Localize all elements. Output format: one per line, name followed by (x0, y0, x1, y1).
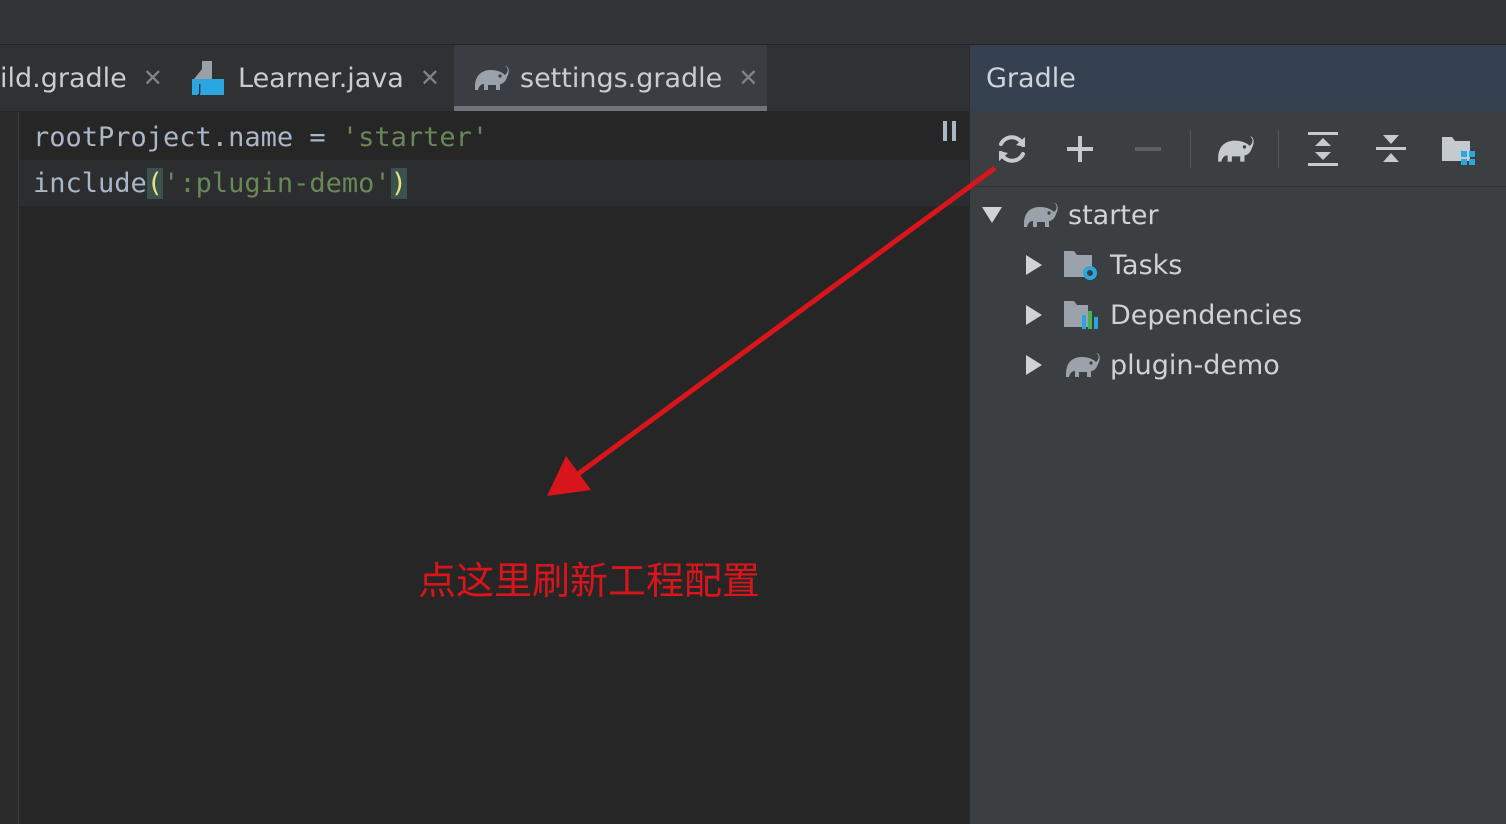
svg-text:J: J (197, 82, 202, 96)
tree-item-dependencies[interactable]: Dependencies (1018, 290, 1302, 340)
string-literal: ':plugin-demo' (163, 167, 391, 199)
gradle-elephant-icon (1020, 195, 1060, 235)
tab-label: Learner.java (238, 62, 404, 94)
paren-close: ) (390, 167, 407, 199)
window-top-bar (0, 0, 1506, 45)
gradle-toolbar (970, 112, 1506, 187)
expand-all-icon[interactable] (1298, 122, 1348, 176)
toolbar-separator (1278, 130, 1279, 168)
tab-settings-gradle[interactable]: settings.gradle ✕ (454, 45, 767, 111)
identifier: rootProject.name (33, 121, 294, 153)
tasks-folder-icon (1062, 245, 1102, 285)
refresh-icon[interactable] (987, 122, 1037, 176)
code-line-2: include(':plugin-demo') (19, 160, 969, 206)
paren-open: ( (146, 167, 164, 199)
tab-learner-java[interactable]: J Learner.java ✕ (190, 45, 450, 111)
tree-item-label: Tasks (1110, 249, 1183, 281)
settings-folder-icon[interactable] (1434, 122, 1484, 176)
close-icon[interactable]: ✕ (738, 64, 758, 92)
remove-icon[interactable] (1123, 122, 1173, 176)
gradle-elephant-icon (1062, 345, 1102, 385)
toolbar-separator (1190, 130, 1191, 168)
close-icon[interactable]: ✕ (420, 64, 440, 92)
gradle-tool-window: Gradle starter Tasks Dependencies plugin… (969, 45, 1506, 824)
chevron-right-icon[interactable] (1018, 304, 1050, 326)
tree-item-starter[interactable]: starter (976, 190, 1159, 240)
function-name: include (33, 167, 147, 199)
tree-item-label: Dependencies (1110, 299, 1303, 331)
dependencies-icon (1062, 295, 1102, 335)
operator: = (293, 121, 342, 153)
java-file-icon: J (190, 59, 228, 97)
chevron-right-icon[interactable] (1018, 354, 1050, 376)
chevron-right-icon[interactable] (1018, 254, 1050, 276)
tree-item-plugin-demo[interactable]: plugin-demo (1018, 340, 1280, 390)
close-icon[interactable]: ✕ (143, 64, 163, 92)
code-area[interactable]: rootProject.name = 'starter' include(':p… (19, 112, 969, 824)
editor-tab-bar: ild.gradle ✕ J Learner.java ✕ settings.g… (0, 45, 969, 112)
gradle-panel-header: Gradle (970, 45, 1506, 111)
collapse-all-icon[interactable] (1366, 122, 1416, 176)
tree-item-label: starter (1068, 199, 1159, 231)
string-literal: 'starter' (341, 121, 489, 153)
annotation-text: 点这里刷新工程配置 (418, 559, 761, 603)
pause-icon[interactable] (941, 120, 959, 148)
editor-area: ild.gradle ✕ J Learner.java ✕ settings.g… (0, 45, 969, 824)
tab-label: settings.gradle (520, 62, 723, 94)
gradle-elephant-icon (472, 59, 510, 97)
chevron-down-icon[interactable] (976, 206, 1008, 224)
tab-build-gradle[interactable]: ild.gradle ✕ (0, 45, 170, 111)
tree-item-tasks[interactable]: Tasks (1018, 240, 1182, 290)
add-icon[interactable] (1055, 122, 1105, 176)
gradle-elephant-icon[interactable] (1210, 122, 1260, 176)
tab-label: ild.gradle (0, 62, 127, 94)
tree-item-label: plugin-demo (1110, 349, 1280, 381)
panel-title: Gradle (986, 62, 1076, 94)
editor-gutter (0, 112, 19, 824)
code-line-1: rootProject.name = 'starter' (19, 114, 969, 160)
